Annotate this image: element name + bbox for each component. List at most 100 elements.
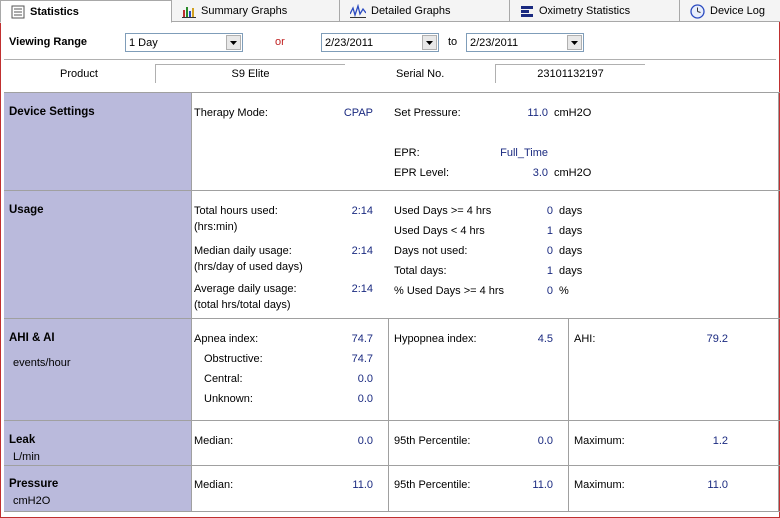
leak-median-value: 0.0 [357,435,373,447]
epr-level-value: 3.0 [532,167,548,179]
tab-oximetry-statistics-label: Oximetry Statistics [539,5,631,17]
to-label: to [448,36,458,48]
to-date-select[interactable]: 2/23/2011 [466,33,584,52]
leak-max-value: 1.2 [712,435,728,447]
from-date-select[interactable]: 2/23/2011 [321,33,439,52]
tab-summary-graphs[interactable]: Summary Graphs [172,0,340,22]
usage-right-value: 0 [546,205,553,217]
usage-right-unit: days [559,225,583,237]
epr-value: Full_Time [500,147,548,159]
ahi-label: AHI: [574,333,596,345]
usage-right-label: Days not used: [394,245,468,257]
leak-max-label: Maximum: [574,435,625,447]
from-date-value: 2/23/2011 [325,36,374,49]
row-divider [4,190,780,191]
obstructive-label: Obstructive: [204,353,263,365]
column-divider [568,319,569,511]
bar-chart-icon [182,4,196,18]
hypopnea-index-label: Hypopnea index: [394,333,477,345]
usage-right-unit: days [559,245,583,257]
usage-right-label: Total days: [394,265,447,277]
ahi-subtitle: events/hour [13,357,71,369]
usage-right-value: 0 [546,285,553,297]
tab-statistics-label: Statistics [30,5,79,18]
tab-device-log-label: Device Log [710,5,766,17]
usage-right-unit: days [559,205,583,217]
unknown-value: 0.0 [357,393,373,405]
period-select[interactable]: 1 Day [125,33,243,52]
tab-statistics[interactable]: Statistics [0,0,172,23]
central-label: Central: [204,373,243,385]
chevron-down-icon[interactable] [422,35,437,50]
average-usage-sub: (total hrs/total days) [194,299,291,311]
usage-right-label: Used Days >= 4 hrs [394,205,492,217]
row-divider [4,465,780,466]
serial-label: Serial No. [396,68,445,80]
usage-right-label: Used Days < 4 hrs [394,225,485,237]
row-divider [4,511,780,512]
set-pressure-label: Set Pressure: [394,107,461,119]
apnea-index-label: Apnea index: [194,333,259,345]
device-settings-title: Device Settings [9,106,95,118]
column-divider [778,93,779,511]
usage-title: Usage [9,204,44,216]
tab-oximetry-statistics[interactable]: Oximetry Statistics [510,0,680,22]
period-select-value: 1 Day [129,36,158,49]
total-hours-label: Total hours used: [194,205,278,217]
pressure-p95-label: 95th Percentile: [394,479,471,491]
pressure-p95-value: 11.0 [532,479,553,491]
product-label: Product [60,68,98,80]
leak-median-label: Median: [194,435,234,447]
leak-p95-label: 95th Percentile: [394,435,471,447]
average-usage-label: Average daily usage: [194,283,297,295]
tab-detailed-graphs[interactable]: Detailed Graphs [340,0,510,22]
epr-level-unit: cmH2O [554,167,592,179]
total-hours-sub: (hrs:min) [194,221,238,233]
usage-right-unit: days [559,265,583,277]
tab-detailed-graphs-label: Detailed Graphs [371,5,451,17]
average-usage-value: 2:14 [351,283,373,295]
chevron-down-icon[interactable] [226,35,241,50]
unknown-label: Unknown: [204,393,253,405]
obstructive-value: 74.7 [351,353,373,365]
ahi-value: 79.2 [706,333,728,345]
pressure-title: Pressure [9,478,59,490]
or-label: or [275,36,285,48]
viewing-range-label: Viewing Range [9,36,88,48]
statistics-icon [11,5,25,19]
pressure-median-label: Median: [194,479,234,491]
leak-p95-value: 0.0 [537,435,553,447]
chevron-down-icon[interactable] [567,35,582,50]
median-usage-label: Median daily usage: [194,245,292,257]
row-divider [4,420,780,421]
ahi-title: AHI & AI [9,332,55,344]
row-divider [4,318,780,319]
usage-right-value: 1 [546,225,553,237]
tab-device-log[interactable]: Device Log [680,0,780,22]
serial-value: 23101132197 [495,64,645,83]
therapy-mode-value: CPAP [343,107,373,119]
tab-bar: Statistics Summary Graphs Detailed Graph… [0,0,780,23]
pressure-median-value: 11.0 [352,479,373,491]
to-date-value: 2/23/2011 [470,36,519,49]
usage-right-unit: % [559,285,569,297]
clock-icon [690,3,705,19]
pressure-max-label: Maximum: [574,479,625,491]
usage-right-value: 0 [546,245,553,257]
median-usage-sub: (hrs/day of used days) [194,261,303,273]
total-hours-value: 2:14 [351,205,373,217]
therapy-mode-label: Therapy Mode: [194,107,268,119]
product-value: S9 Elite [155,64,345,83]
tab-summary-graphs-label: Summary Graphs [201,5,288,17]
central-value: 0.0 [357,373,373,385]
median-usage-value: 2:14 [351,245,373,257]
column-divider [191,93,192,511]
oximetry-icon [520,4,534,18]
divider [4,59,776,60]
epr-level-label: EPR Level: [394,167,450,179]
epr-label: EPR: [394,147,420,159]
hypopnea-index-value: 4.5 [537,333,553,345]
leak-subtitle: L/min [13,451,40,463]
waveform-icon [350,4,366,18]
pressure-max-value: 11.0 [707,479,728,491]
